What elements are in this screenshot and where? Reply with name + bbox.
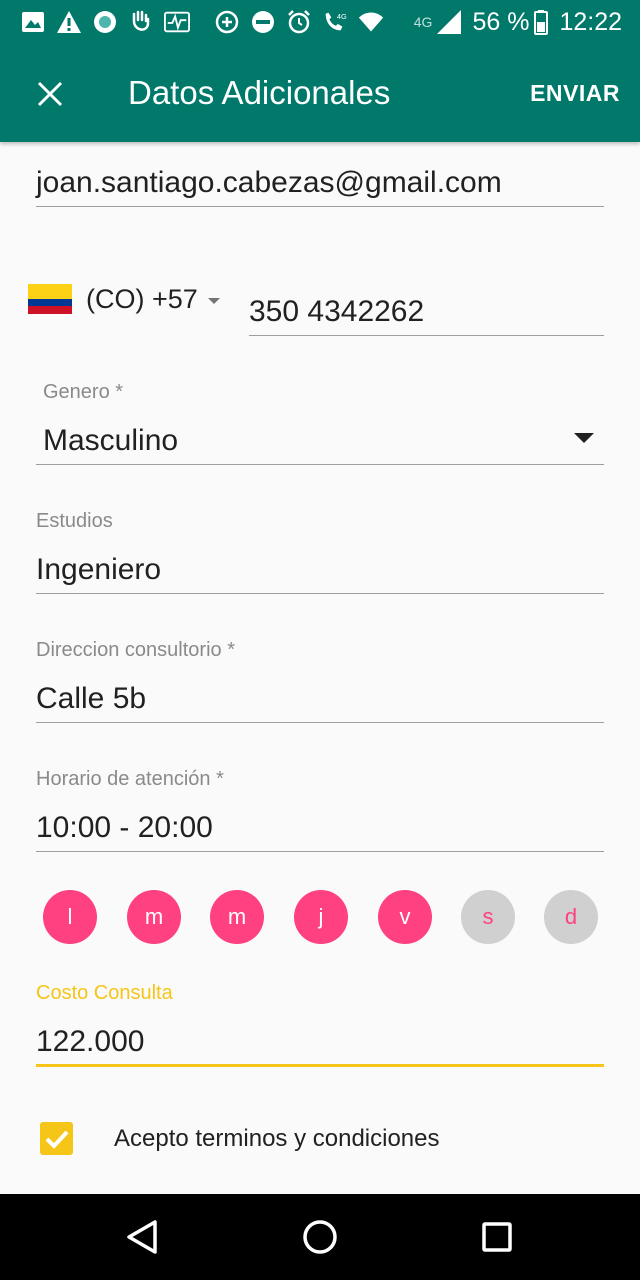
studies-label: Estudios: [36, 510, 113, 532]
status-right: 4G 56 % 12:22: [414, 6, 622, 38]
studies-field[interactable]: Ingeniero: [36, 553, 161, 587]
day-label: d: [564, 904, 578, 929]
gender-underline: [36, 464, 604, 465]
address-label: Direccion consultorio *: [36, 639, 235, 661]
close-icon: [37, 81, 63, 107]
terms-checkbox[interactable]: [40, 1122, 73, 1155]
country-code-value: (CO) +57: [86, 284, 198, 314]
day-toggle-wednesday[interactable]: m: [210, 890, 264, 944]
gender-label: Genero *: [43, 381, 124, 403]
network-type-label: 4G: [413, 14, 433, 30]
cost-field[interactable]: 122.000: [36, 1025, 144, 1059]
day-selector: l m m j v s d: [43, 890, 599, 944]
recents-button[interactable]: [472, 1212, 522, 1262]
navigation-bar: [0, 1194, 640, 1280]
do-not-disturb-icon: [250, 8, 276, 36]
circle-notification-icon: [92, 8, 118, 36]
dropdown-arrow-icon[interactable]: [574, 433, 594, 443]
day-toggle-friday[interactable]: v: [378, 890, 432, 944]
warning-icon: [56, 8, 82, 36]
system-icons: 4G: [214, 8, 384, 36]
day-label: m: [144, 904, 164, 929]
studies-underline: [36, 593, 604, 594]
chevron-down-icon: [207, 297, 220, 304]
day-toggle-saturday[interactable]: s: [461, 890, 515, 944]
day-toggle-sunday[interactable]: d: [544, 890, 598, 944]
battery-percent: 56 %: [472, 7, 530, 36]
day-label: s: [482, 904, 494, 929]
cost-label: Costo Consulta: [36, 982, 173, 1004]
day-label: j: [318, 904, 324, 929]
battery-icon: [533, 8, 549, 36]
day-toggle-monday[interactable]: l: [43, 890, 97, 944]
wifi-icon: [358, 8, 384, 36]
cost-underline: [36, 1064, 604, 1067]
home-circle-icon: [303, 1220, 337, 1254]
address-field[interactable]: Calle 5b: [36, 682, 146, 716]
day-toggle-tuesday[interactable]: m: [127, 890, 181, 944]
back-button[interactable]: [117, 1212, 167, 1262]
clock: 12:22: [559, 7, 622, 36]
email-field[interactable]: joan.santiago.cabezas@gmail.com: [36, 166, 502, 200]
address-underline: [36, 722, 604, 723]
terms-label: Acepto terminos y condiciones: [114, 1125, 440, 1152]
back-triangle-icon: [127, 1220, 157, 1254]
phone-underline: [249, 335, 604, 336]
image-icon: [20, 8, 46, 36]
hand-icon: [128, 8, 154, 36]
day-toggle-thursday[interactable]: j: [294, 890, 348, 944]
colombia-flag-icon[interactable]: [28, 284, 72, 314]
schedule-underline: [36, 851, 604, 852]
schedule-field[interactable]: 10:00 - 20:00: [36, 811, 213, 845]
page-title: Datos Adicionales: [128, 74, 391, 111]
country-code-selector[interactable]: (CO) +57: [86, 284, 220, 315]
send-button[interactable]: ENVIAR: [530, 80, 620, 107]
alarm-icon: [286, 8, 312, 36]
day-label: v: [399, 904, 411, 929]
gender-select[interactable]: Masculino: [43, 424, 178, 458]
volte-call-icon: 4G: [322, 8, 348, 36]
recents-square-icon: [482, 1222, 512, 1252]
app-bar: Datos Adicionales ENVIAR: [0, 46, 640, 142]
status-bar: 4G 4G 56 % 12:22: [0, 0, 640, 46]
svg-text:4G: 4G: [337, 12, 347, 21]
day-label: l: [67, 904, 73, 929]
close-button[interactable]: [26, 70, 74, 118]
notification-icons: [20, 8, 190, 36]
day-label: m: [227, 904, 247, 929]
cell-signal-icon: [436, 8, 462, 36]
check-icon: [45, 1130, 68, 1149]
email-underline: [36, 206, 604, 207]
phone-field[interactable]: 350 4342262: [249, 295, 424, 329]
home-button[interactable]: [295, 1212, 345, 1262]
schedule-label: Horario de atención *: [36, 768, 224, 790]
data-saver-icon: [214, 8, 240, 36]
pulse-icon: [164, 8, 190, 36]
